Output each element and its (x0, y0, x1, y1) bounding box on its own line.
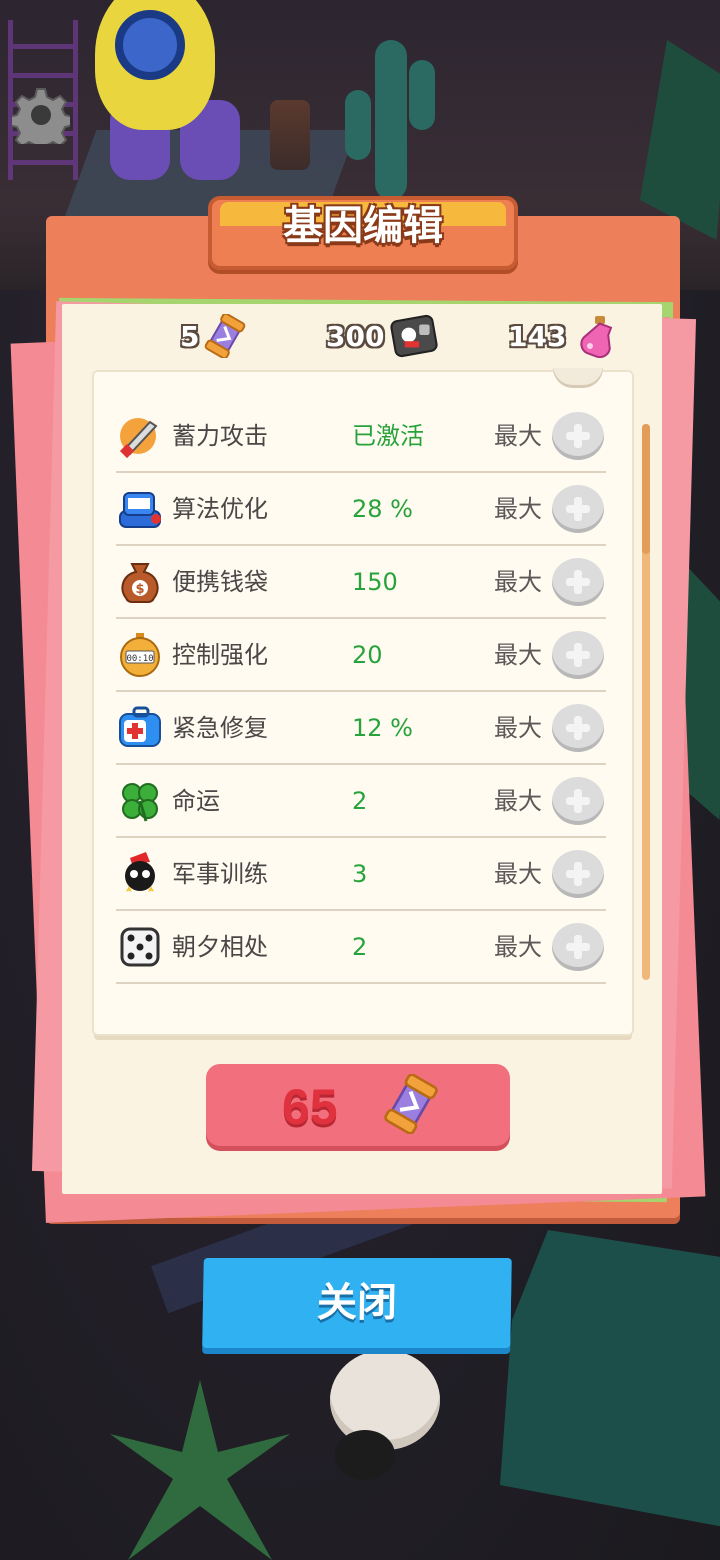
scene-plant (110, 1380, 290, 1560)
money-bag-icon: $ (116, 558, 164, 606)
gene-value: 2 (352, 787, 368, 815)
gene-value: 2 (352, 933, 368, 961)
upgrade-plus-button[interactable] (552, 485, 604, 533)
svg-text:00:10: 00:10 (126, 654, 153, 664)
resource-potion: 143 (508, 312, 614, 360)
gene-value: 12 % (352, 714, 413, 742)
scene-cactus (345, 40, 435, 200)
close-button[interactable]: 关闭 (202, 1258, 512, 1348)
four-leaf-clover-icon (116, 777, 164, 825)
gene-level: 最大 (494, 641, 542, 669)
gene-name: 紧急修复 (172, 714, 268, 742)
scene-barrel (270, 100, 310, 170)
gene-value: 20 (352, 641, 383, 669)
scene-rocket (95, 0, 215, 130)
gene-level: 最大 (494, 787, 542, 815)
settings-gear-icon[interactable] (8, 86, 74, 154)
upgrade-plus-button[interactable] (552, 631, 604, 679)
gene-level: 最大 (494, 422, 542, 450)
gene-level: 最大 (494, 714, 542, 742)
scene-bush (500, 1230, 720, 1530)
upgrade-plus-button[interactable] (552, 777, 604, 825)
gene-row: 蓄力攻击 已激活 最大 (116, 400, 606, 473)
gene-level: 最大 (494, 568, 542, 596)
gene-row: 00:10 控制强化 20 最大 (116, 619, 606, 692)
scene-sheep-head (335, 1430, 395, 1480)
gene-name: 朝夕相处 (172, 933, 268, 961)
resource-parts: 300 (326, 312, 440, 360)
gene-row: $ 便携钱袋 150 最大 (116, 546, 606, 619)
mech-parts-icon (390, 314, 439, 358)
title-plate: 基因编辑 (208, 196, 518, 270)
gene-cost-button[interactable] (206, 1064, 510, 1146)
gene-level: 最大 (494, 495, 542, 523)
gene-value: 150 (352, 568, 398, 596)
gene-name: 军事训练 (172, 860, 268, 888)
gene-row: 算法优化 28 % 最大 (116, 473, 606, 546)
upgrade-plus-button[interactable] (552, 704, 604, 752)
charged-sword-icon (116, 412, 164, 460)
gene-name: 命运 (172, 787, 220, 815)
gene-value: 28 % (352, 495, 413, 523)
svg-text:$: $ (135, 582, 144, 597)
gene-name: 算法优化 (172, 495, 268, 523)
stopwatch-icon: 00:10 (116, 631, 164, 679)
resource-dna-count: 5 (180, 319, 200, 353)
gene-row: 命运 2 最大 (116, 765, 606, 838)
upgrade-plus-button[interactable] (552, 923, 604, 971)
gene-row: 朝夕相处 2 最大 (116, 911, 606, 984)
panel-title: 基因编辑 (283, 203, 443, 249)
scrollbar-thumb[interactable] (642, 424, 650, 554)
gene-name: 蓄力攻击 (172, 422, 268, 450)
gene-name: 便携钱袋 (172, 568, 268, 596)
upgrade-plus-button[interactable] (552, 558, 604, 606)
soldier-bomb-icon (116, 850, 164, 898)
gene-row: 紧急修复 12 % 最大 (116, 692, 606, 765)
list-scrollbar[interactable] (642, 424, 650, 980)
resource-dna: 5 (180, 312, 247, 360)
potion-flask-icon (580, 316, 613, 358)
gene-row: 军事训练 3 最大 (116, 838, 606, 911)
gene-value: 已激活 (352, 422, 424, 450)
gene-value: 3 (352, 860, 368, 888)
upgrade-plus-button[interactable] (552, 412, 604, 460)
gene-level: 最大 (494, 860, 542, 888)
first-aid-kit-icon (116, 704, 164, 752)
resource-potion-count: 143 (508, 319, 567, 353)
gene-level: 最大 (494, 933, 542, 961)
dice-icon (116, 923, 164, 971)
gene-name: 控制强化 (172, 641, 268, 669)
gene-cost-value: 65 (282, 1079, 338, 1135)
timer-bomb-icon (116, 485, 164, 533)
dna-capsule-icon (205, 314, 246, 358)
close-button-label: 关闭 (316, 1280, 398, 1326)
upgrade-plus-button[interactable] (552, 850, 604, 898)
dna-capsule-icon (384, 1074, 438, 1134)
resource-parts-count: 300 (326, 319, 385, 353)
